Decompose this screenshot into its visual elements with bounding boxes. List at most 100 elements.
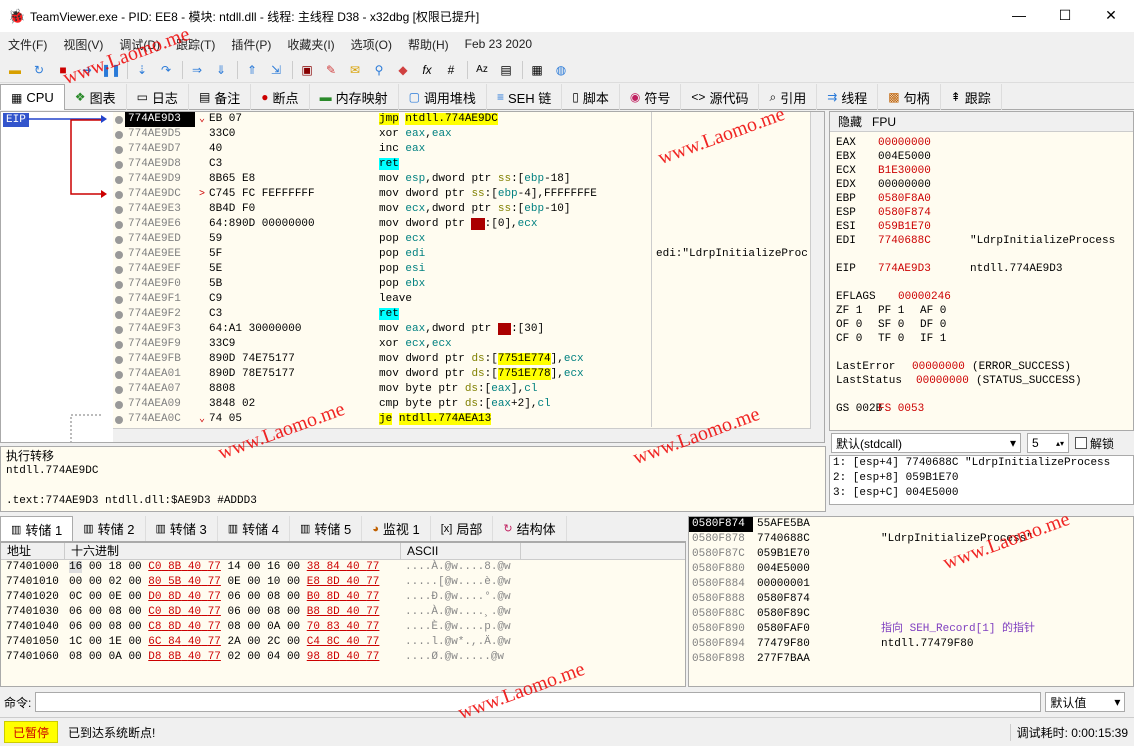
tab-symbols[interactable]: ◉ 符号 [620, 84, 682, 110]
register-row[interactable]: CF 0 TF 0 IF 1 [836, 332, 1133, 346]
register-row[interactable] [836, 346, 1133, 360]
stack-row[interactable]: 0580F88C 0580F89C [689, 607, 1133, 622]
globe-icon[interactable]: ◍ [550, 59, 572, 81]
arg-count-stepper[interactable]: 5 ▴▾ [1027, 433, 1069, 453]
close-button[interactable]: ✕ [1088, 0, 1134, 30]
breakpoint-dot-icon[interactable] [113, 382, 125, 397]
tab-memory-map[interactable]: ▬ 内存映射 [310, 84, 399, 110]
register-row[interactable]: OF 0 SF 0 DF 0 [836, 318, 1133, 332]
tab-script[interactable]: ▯ 脚本 [562, 84, 620, 110]
open-icon[interactable]: ▬ [4, 59, 26, 81]
dump-row[interactable]: 77401050 1C 00 1E 00 6C 84 40 77 2A 00 2C… [1, 635, 685, 650]
breakpoint-dot-icon[interactable] [113, 292, 125, 307]
stack-row[interactable]: 0580F880 004E5000 [689, 562, 1133, 577]
disasm-row[interactable]: 774AE9D3 ⌄ EB 07 jmp ntdll.774AE9DC [113, 112, 811, 127]
dump-row[interactable]: 77401030 06 00 08 00 C0 8D 40 77 06 00 08… [1, 605, 685, 620]
menu-debug[interactable]: 调试(D) [111, 36, 168, 53]
hide-fpu-button[interactable]: 隐藏 [838, 113, 862, 130]
disassembly-scrollbar[interactable] [810, 112, 824, 442]
stack-row[interactable]: 0580F898 277F7BAA [689, 652, 1133, 667]
register-row[interactable]: ESI 059B1E70 [836, 220, 1133, 234]
disasm-row[interactable]: 774AE9EE 5F pop edi edi:"LdrpInitializeProc [113, 247, 811, 262]
tab-dump-5[interactable]: ▥ 转储 5 [290, 516, 363, 541]
tab-locals[interactable]: [x] 局部 [431, 516, 494, 541]
tab-dump-4[interactable]: ▥ 转储 4 [218, 516, 290, 541]
disasm-row[interactable]: 774AE9DC > C745 FC FEFFFFFF mov dword ptr s… [113, 187, 811, 202]
command-input[interactable] [35, 692, 1042, 712]
register-row[interactable] [836, 388, 1133, 402]
breakpoint-dot-icon[interactable] [113, 397, 125, 412]
breakpoint-dot-icon[interactable] [113, 367, 125, 382]
disasm-row[interactable]: 774AE9F3 64:A1 30000000 mov eax,dword ptr … [113, 322, 811, 337]
patch-icon[interactable]: ✎ [320, 59, 342, 81]
run-to-user-code-icon[interactable]: ⇲ [265, 59, 287, 81]
stack-view[interactable]: 0580F874 55AFE5BA 0580F878 7740688C "LdrpIni… [688, 516, 1134, 687]
breakpoint-dot-icon[interactable] [113, 112, 125, 127]
strings-icon[interactable]: Az [471, 59, 493, 81]
stack-row[interactable]: 0580F878 7740688C "LdrpInitializeProcess" [689, 532, 1133, 547]
disasm-row[interactable]: 774AE9E3 8B4D F0 mov ecx,dword ptr ss:[ebp… [113, 202, 811, 217]
menu-help[interactable]: 帮助(H) [400, 36, 457, 53]
register-row[interactable]: EDI 7740688C "LdrpInitializeProcess [836, 234, 1133, 248]
scylla-icon[interactable]: ▣ [296, 59, 318, 81]
breakpoint-dot-icon[interactable] [113, 157, 125, 172]
tab-trace[interactable]: ⇞ 跟踪 [941, 84, 1002, 110]
menu-plugins[interactable]: 插件(P) [223, 36, 279, 53]
breakpoint-dot-icon[interactable] [113, 202, 125, 217]
register-row[interactable]: EFLAGS 00000246 [836, 290, 1133, 304]
function-icon[interactable]: fx [416, 59, 438, 81]
register-row[interactable] [836, 248, 1133, 262]
bookmark-icon[interactable]: ◆ [392, 59, 414, 81]
disasm-row[interactable]: 774AE9FB 890D 74E75177 mov dword ptr ds:[7… [113, 352, 811, 367]
trace-into-icon[interactable]: ⇒ [186, 59, 208, 81]
dump-row[interactable]: 77401000 16 00 18 00 C0 8B 40 77 14 00 16… [1, 560, 685, 575]
register-row[interactable] [836, 276, 1133, 290]
breakpoint-dot-icon[interactable] [113, 247, 125, 262]
disasm-row[interactable]: 774AE9D9 8B65 E8 mov esp,dword ptr ss:[ebp… [113, 172, 811, 187]
tab-threads[interactable]: ⇉ 线程 [817, 84, 879, 110]
breakpoint-dot-icon[interactable] [113, 142, 125, 157]
label-icon[interactable]: ⚲ [368, 59, 390, 81]
stack-row[interactable]: 0580F894 77479F80 ntdll.77479F80 [689, 637, 1133, 652]
tab-notes[interactable]: ▤ 备注 [189, 84, 252, 110]
tab-watch-1[interactable]: ◕ 监视 1 [362, 516, 431, 541]
step-into-icon[interactable]: ⇣ [131, 59, 153, 81]
dump-col-hex[interactable]: 十六进制 [65, 543, 401, 559]
disassembly-view[interactable]: EIP 774AE9D3 ⌄ EB 07 jmp ntdll.774AE9DC 774A… [0, 111, 825, 443]
tab-references[interactable]: ⌕ 引用 [759, 84, 818, 110]
breakpoint-dot-icon[interactable] [113, 352, 125, 367]
menu-trace[interactable]: 跟踪(T) [168, 36, 223, 53]
tab-breakpoints[interactable]: ● 断点 [251, 84, 310, 110]
dump-view[interactable]: 地址 十六进制 ASCII 77401000 16 00 18 00 C0 8B … [0, 542, 686, 687]
disasm-row[interactable]: 774AEA0C ⌄ 74 05 je ntdll.774AEA13 [113, 412, 811, 427]
tab-graph[interactable]: ❖ 图表 [65, 84, 127, 110]
disasm-row[interactable]: 774AE9F1 C9 leave [113, 292, 811, 307]
close-debuggee-icon[interactable]: ■ [52, 59, 74, 81]
signature-icon[interactable]: ▤ [495, 59, 517, 81]
minimize-button[interactable]: — [996, 0, 1042, 30]
register-row[interactable]: EIP 774AE9D3 ntdll.774AE9D3 [836, 262, 1133, 276]
tab-source[interactable]: <> 源代码 [681, 84, 760, 110]
breakpoint-dot-icon[interactable] [113, 277, 125, 292]
tab-log[interactable]: ▭ 日志 [127, 84, 189, 110]
stack-row[interactable]: 0580F884 00000001 [689, 577, 1133, 592]
register-row[interactable]: EDX 00000000 [836, 178, 1133, 192]
breakpoint-dot-icon[interactable] [113, 337, 125, 352]
register-row[interactable]: GS 002B FS 0053 [836, 402, 1133, 416]
breakpoint-dot-icon[interactable] [113, 172, 125, 187]
comment-icon[interactable]: ✉ [344, 59, 366, 81]
breakpoint-dot-icon[interactable] [113, 412, 125, 427]
register-row[interactable]: LastError 00000000 (ERROR_SUCCESS) [836, 360, 1133, 374]
calling-convention-select[interactable]: 默认(stdcall) ▾ [831, 433, 1021, 453]
dump-row[interactable]: 77401060 08 00 0A 00 D8 8B 40 77 02 00 04… [1, 650, 685, 665]
disasm-row[interactable]: 774AEA01 890D 78E75177 mov dword ptr ds:[7… [113, 367, 811, 382]
disasm-row[interactable]: 774AE9D7 40 inc eax [113, 142, 811, 157]
dump-row[interactable]: 77401040 06 00 08 00 C8 8D 40 77 08 00 0A… [1, 620, 685, 635]
stack-row[interactable]: 0580F87C 059B1E70 [689, 547, 1133, 562]
register-row[interactable]: EBP 0580F8A0 [836, 192, 1133, 206]
menu-file[interactable]: 文件(F) [0, 36, 55, 53]
disasm-row[interactable]: 774AE9F9 33C9 xor ecx,ecx [113, 337, 811, 352]
dump-col-ascii[interactable]: ASCII [401, 543, 521, 559]
register-row[interactable]: LastStatus 00000000 (STATUS_SUCCESS) [836, 374, 1133, 388]
dump-row[interactable]: 77401020 0C 00 0E 00 D0 8D 40 77 06 00 08… [1, 590, 685, 605]
